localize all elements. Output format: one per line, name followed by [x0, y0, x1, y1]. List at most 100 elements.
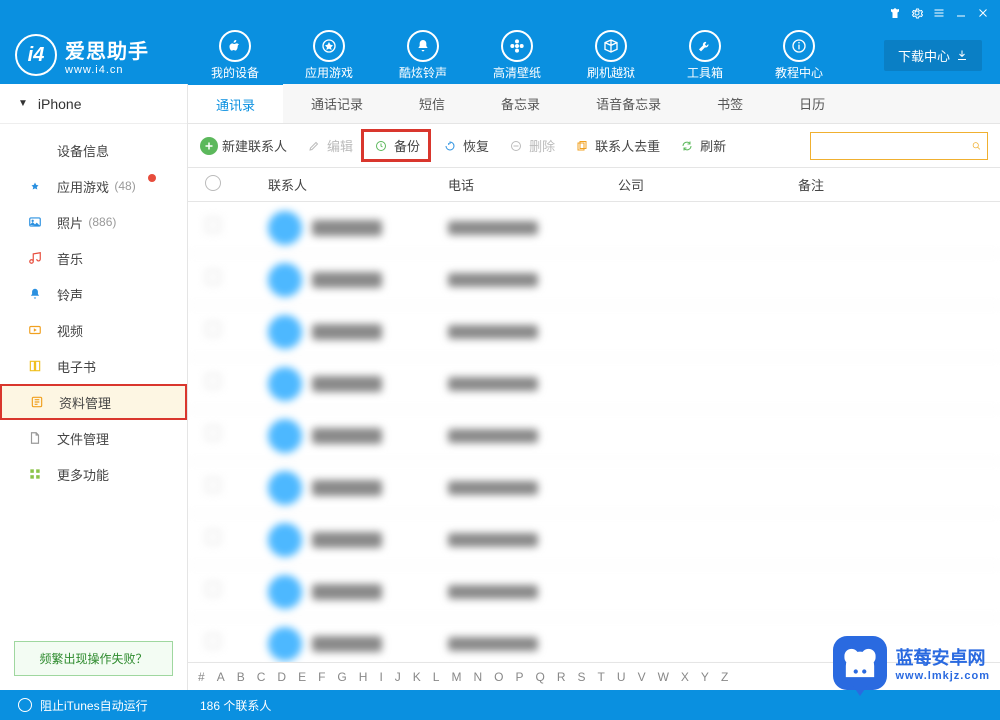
table-row[interactable] [188, 410, 1000, 462]
restore-button[interactable]: 恢复 [441, 136, 489, 155]
toggle-icon [18, 698, 32, 712]
alpha-O[interactable]: O [494, 670, 503, 684]
col-name[interactable]: 联系人 [238, 175, 448, 194]
top-nav-wrench[interactable]: 工具箱 [658, 30, 752, 81]
sidebar-item-photo[interactable]: 照片 (886) [0, 204, 187, 240]
app-title: 爱思助手 [65, 35, 149, 64]
avatar [268, 211, 302, 245]
alpha-V[interactable]: V [638, 670, 646, 684]
search-input[interactable] [817, 139, 972, 153]
sidebar-item-more[interactable]: 更多功能 [0, 456, 187, 492]
sidebar-item-bell[interactable]: 铃声 [0, 276, 187, 312]
top-nav-app[interactable]: 应用游戏 [282, 30, 376, 81]
table-row[interactable] [188, 254, 1000, 306]
sidebar-item-book[interactable]: 电子书 [0, 348, 187, 384]
alpha-S[interactable]: S [578, 670, 586, 684]
dedup-button[interactable]: 联系人去重 [573, 136, 660, 155]
delete-button[interactable]: 删除 [507, 136, 555, 155]
alpha-N[interactable]: N [473, 670, 482, 684]
sidebar-item-video[interactable]: 视频 [0, 312, 187, 348]
avatar [268, 471, 302, 505]
alpha-M[interactable]: M [451, 670, 461, 684]
alpha-E[interactable]: E [298, 670, 306, 684]
alpha-X[interactable]: X [681, 670, 689, 684]
bell-icon [407, 30, 439, 62]
alpha-U[interactable]: U [617, 670, 626, 684]
device-selector[interactable]: ▼ iPhone [0, 84, 187, 124]
tab-2[interactable]: 短信 [391, 84, 473, 123]
top-nav-info[interactable]: 教程中心 [752, 30, 846, 81]
alpha-Y[interactable]: Y [701, 670, 709, 684]
skin-icon[interactable] [884, 2, 906, 24]
sidebar-item-app[interactable]: 应用游戏 (48) [0, 168, 187, 204]
top-nav-bell[interactable]: 酷炫铃声 [376, 30, 470, 81]
alpha-F[interactable]: F [318, 670, 325, 684]
close-icon[interactable] [972, 2, 994, 24]
tab-3[interactable]: 备忘录 [473, 84, 568, 123]
refresh-button[interactable]: 刷新 [678, 136, 726, 155]
minimize-icon[interactable] [950, 2, 972, 24]
tab-4[interactable]: 语音备忘录 [568, 84, 689, 123]
tab-1[interactable]: 通话记录 [283, 84, 391, 123]
sidebar-item-file[interactable]: 文件管理 [0, 420, 187, 456]
device-name: iPhone [38, 96, 82, 112]
contacts-list [188, 202, 1000, 662]
book-icon [25, 356, 45, 376]
flower-icon [501, 30, 533, 62]
footer: 阻止iTunes自动运行 186 个联系人 [0, 690, 1000, 720]
table-row[interactable] [188, 566, 1000, 618]
more-icon [25, 464, 45, 484]
alpha-T[interactable]: T [598, 670, 605, 684]
alpha-#[interactable]: # [198, 670, 205, 684]
search-icon[interactable] [972, 138, 981, 154]
avatar [268, 419, 302, 453]
alpha-Q[interactable]: Q [536, 670, 545, 684]
app-url: www.i4.cn [65, 64, 149, 76]
menu-icon[interactable] [928, 2, 950, 24]
alpha-C[interactable]: C [257, 670, 266, 684]
download-center-button[interactable]: 下载中心 [884, 40, 982, 71]
alpha-K[interactable]: K [413, 670, 421, 684]
sidebar-item-data[interactable]: 资料管理 [0, 384, 187, 420]
alpha-D[interactable]: D [277, 670, 286, 684]
top-nav-flower[interactable]: 高清壁纸 [470, 30, 564, 81]
alpha-B[interactable]: B [237, 670, 245, 684]
help-link[interactable]: 频繁出现操作失败？ [14, 641, 173, 676]
sidebar-item-music[interactable]: 音乐 [0, 240, 187, 276]
alpha-Z[interactable]: Z [721, 670, 728, 684]
alpha-H[interactable]: H [359, 670, 368, 684]
new-contact-button[interactable]: 新建联系人 [200, 136, 287, 155]
alpha-I[interactable]: I [379, 670, 382, 684]
sidebar-item-info[interactable]: 设备信息 [0, 132, 187, 168]
tab-0[interactable]: 通讯录 [188, 84, 283, 123]
alpha-W[interactable]: W [658, 670, 669, 684]
watermark-title: 蓝莓安卓网 [895, 644, 990, 670]
table-row[interactable] [188, 462, 1000, 514]
tab-6[interactable]: 日历 [771, 84, 853, 123]
col-phone[interactable]: 电话 [448, 175, 618, 194]
alpha-R[interactable]: R [557, 670, 566, 684]
top-nav-box[interactable]: 刷机越狱 [564, 30, 658, 81]
top-nav-apple[interactable]: 我的设备 [188, 30, 282, 81]
top-nav: 我的设备应用游戏酷炫铃声高清壁纸刷机越狱工具箱教程中心 [188, 30, 874, 81]
table-row[interactable] [188, 306, 1000, 358]
alpha-J[interactable]: J [395, 670, 401, 684]
avatar [268, 575, 302, 609]
alpha-L[interactable]: L [433, 670, 440, 684]
info-icon [25, 140, 45, 160]
alpha-A[interactable]: A [217, 670, 225, 684]
table-row[interactable] [188, 358, 1000, 410]
block-itunes-toggle[interactable]: 阻止iTunes自动运行 [0, 697, 188, 714]
logo[interactable]: i4 爱思助手 www.i4.cn [0, 34, 188, 76]
col-company[interactable]: 公司 [618, 175, 798, 194]
alpha-P[interactable]: P [516, 670, 524, 684]
settings-icon[interactable] [906, 2, 928, 24]
select-all-checkbox[interactable] [188, 175, 238, 194]
backup-button[interactable]: 备份 [372, 136, 420, 155]
col-note[interactable]: 备注 [798, 175, 1000, 194]
alpha-G[interactable]: G [337, 670, 346, 684]
edit-button[interactable]: 编辑 [305, 136, 353, 155]
table-row[interactable] [188, 202, 1000, 254]
table-row[interactable] [188, 514, 1000, 566]
tab-5[interactable]: 书签 [689, 84, 771, 123]
